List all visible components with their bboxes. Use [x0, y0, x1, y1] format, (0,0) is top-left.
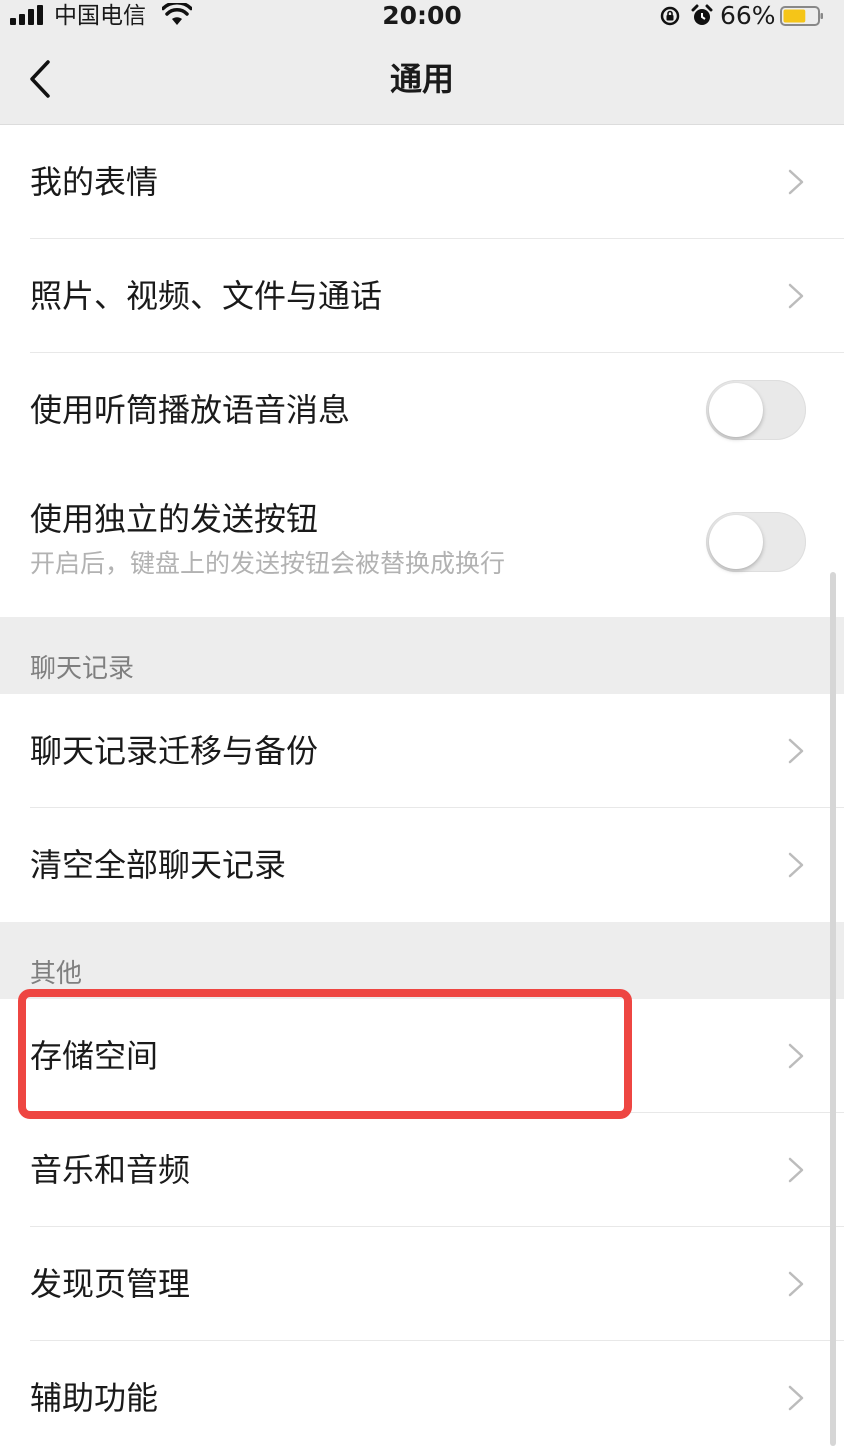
row-label: 存储空间	[30, 1037, 159, 1075]
scroll-indicator[interactable]	[830, 572, 836, 1446]
page-title: 通用	[389, 60, 454, 98]
chevron-right-icon	[788, 738, 804, 764]
send-button-toggle[interactable]	[706, 512, 806, 572]
row-chat-migrate-backup[interactable]: 聊天记录迁移与备份	[0, 694, 844, 808]
row-label: 聊天记录迁移与备份	[30, 732, 319, 770]
row-clear-chat-history[interactable]: 清空全部聊天记录	[0, 808, 844, 922]
other-group: 存储空间 音乐和音频 发现页管理 辅助功能	[0, 999, 844, 1455]
row-label: 清空全部聊天记录	[30, 846, 287, 884]
toggle-knob	[709, 383, 763, 437]
section-header-label: 其他	[30, 959, 83, 989]
chevron-right-icon	[788, 852, 804, 878]
row-separate-send-button: 使用独立的发送按钮 开启后，键盘上的发送按钮会被替换成换行	[0, 467, 844, 617]
status-time: 20:00	[382, 1, 462, 30]
row-label: 使用听筒播放语音消息	[30, 391, 351, 429]
chevron-right-icon	[788, 1043, 804, 1069]
row-photos-videos-files-calls[interactable]: 照片、视频、文件与通话	[0, 239, 844, 353]
row-label: 我的表情	[30, 163, 159, 201]
chevron-right-icon	[788, 1157, 804, 1183]
toggle-knob	[709, 515, 763, 569]
general-group: 我的表情 照片、视频、文件与通话 使用听筒播放语音消息 使用独立的发送按钮 开启…	[0, 125, 844, 617]
chevron-right-icon	[788, 169, 804, 195]
battery-icon	[780, 6, 823, 26]
chevron-right-icon	[788, 1385, 804, 1411]
row-label: 使用独立的发送按钮	[30, 500, 319, 538]
section-header-chat: 聊天记录	[0, 617, 844, 694]
row-label: 照片、视频、文件与通话	[30, 277, 383, 315]
earpiece-voice-toggle[interactable]	[706, 380, 806, 440]
row-label: 音乐和音频	[30, 1151, 191, 1189]
battery-percent: 66%	[720, 1, 776, 30]
row-accessibility[interactable]: 辅助功能	[0, 1341, 844, 1455]
alarm-icon	[691, 4, 713, 25]
nav-bar: 通用	[0, 34, 844, 125]
row-label: 辅助功能	[30, 1379, 159, 1417]
row-music-audio[interactable]: 音乐和音频	[0, 1113, 844, 1227]
row-discover-manage[interactable]: 发现页管理	[0, 1227, 844, 1341]
settings-list: 我的表情 照片、视频、文件与通话 使用听筒播放语音消息 使用独立的发送按钮 开启…	[0, 125, 844, 1455]
row-sublabel: 开启后，键盘上的发送按钮会被替换成换行	[30, 549, 506, 578]
section-header-label: 聊天记录	[30, 654, 135, 684]
chevron-right-icon	[788, 283, 804, 309]
chat-group: 聊天记录迁移与备份 清空全部聊天记录	[0, 694, 844, 922]
row-label: 发现页管理	[30, 1265, 191, 1303]
row-earpiece-voice: 使用听筒播放语音消息	[0, 353, 844, 467]
section-header-other: 其他	[0, 922, 844, 999]
rotation-lock-icon	[660, 6, 680, 26]
status-bar: 中国电信 20:00 66%	[0, 0, 844, 34]
row-storage[interactable]: 存储空间	[0, 999, 844, 1113]
row-my-stickers[interactable]: 我的表情	[0, 125, 844, 239]
chevron-right-icon	[788, 1271, 804, 1297]
